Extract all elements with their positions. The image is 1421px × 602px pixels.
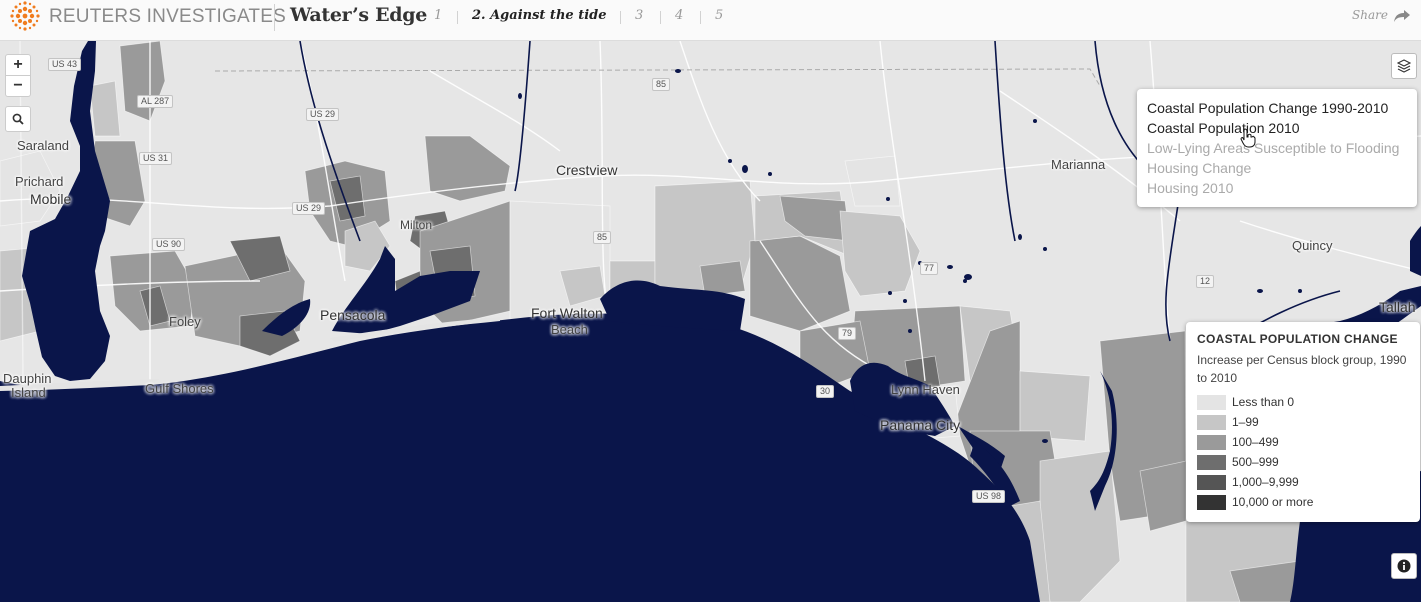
chapter-divider xyxy=(620,11,621,24)
place-label-quincy: Quincy xyxy=(1292,238,1333,253)
chapter-link-4[interactable]: 4 xyxy=(675,8,683,23)
zoom-out-button[interactable]: − xyxy=(6,75,30,96)
road-shield: US 31 xyxy=(139,152,173,165)
layer-option-housing-change[interactable]: Housing Change xyxy=(1147,158,1407,178)
place-label-gulf-shores: Gulf Shores xyxy=(145,381,214,396)
legend-entry: 10,000 or more xyxy=(1197,492,1409,512)
legend-entry: Less than 0 xyxy=(1197,392,1409,412)
place-label-foley: Foley xyxy=(169,314,201,329)
road-shield: 77 xyxy=(920,262,939,275)
brand-name[interactable]: REUTERS INVESTIGATES xyxy=(49,6,286,28)
legend-label: 1–99 xyxy=(1232,415,1259,429)
place-label-prichard: Prichard xyxy=(15,174,64,189)
map[interactable]: Saraland Prichard Mobile Crestview Milto… xyxy=(0,41,1421,602)
layers-button[interactable] xyxy=(1391,53,1417,79)
chapter-divider xyxy=(660,11,661,24)
road-shield: US 90 xyxy=(152,238,186,251)
info-button[interactable] xyxy=(1391,553,1417,579)
story-title[interactable]: Water’s Edge xyxy=(290,4,427,26)
place-label-mobile: Mobile xyxy=(30,191,72,207)
chapter-divider xyxy=(457,11,458,24)
legend-swatch xyxy=(1197,474,1226,490)
layers-menu: Coastal Population Change 1990-2010 Coas… xyxy=(1137,89,1417,207)
chapter-link-2[interactable]: 2. Against the tide xyxy=(472,8,607,23)
road-shield: US 29 xyxy=(306,108,340,121)
reuters-logo-icon[interactable] xyxy=(6,0,44,33)
legend-swatch xyxy=(1197,414,1226,430)
place-label-crestview: Crestview xyxy=(556,162,618,178)
road-shield: 85 xyxy=(652,78,671,91)
legend-label: 100–499 xyxy=(1232,435,1279,449)
place-label-saraland: Saraland xyxy=(17,138,70,153)
legend-label: Less than 0 xyxy=(1232,395,1295,409)
road-shield: US 29 xyxy=(292,202,326,215)
legend-label: 10,000 or more xyxy=(1232,495,1314,509)
road-shield: 79 xyxy=(838,327,857,340)
search-button[interactable] xyxy=(5,106,31,132)
legend-title: COASTAL POPULATION CHANGE xyxy=(1197,332,1398,346)
place-label-lynn-haven: Lynn Haven xyxy=(891,382,960,397)
legend-label: 500–999 xyxy=(1232,455,1279,469)
chapter-divider xyxy=(700,11,701,24)
layer-option-housing-2010[interactable]: Housing 2010 xyxy=(1147,178,1407,198)
layer-option-low-lying-areas[interactable]: Low-Lying Areas Susceptible to Flooding xyxy=(1147,138,1407,158)
legend-entry: 100–499 xyxy=(1197,432,1409,452)
road-shield: 12 xyxy=(1196,275,1215,288)
zoom-in-button[interactable]: + xyxy=(6,55,30,75)
place-label-panama-city: Panama City xyxy=(880,417,961,433)
top-bar: REUTERS INVESTIGATES Water’s Edge 1 2. A… xyxy=(0,0,1421,41)
chapter-link-5[interactable]: 5 xyxy=(715,8,723,23)
place-label-fort-walton-beach: Beach xyxy=(551,322,588,337)
zoom-control: + − xyxy=(5,54,31,97)
road-shield: US 43 xyxy=(48,58,82,71)
legend-entry: 1–99 xyxy=(1197,412,1409,432)
legend-entry: 1,000–9,999 xyxy=(1197,472,1409,492)
chapter-link-1[interactable]: 1 xyxy=(434,8,442,23)
road-shield: 85 xyxy=(593,231,612,244)
header-divider xyxy=(274,4,275,31)
layer-option-population-change[interactable]: Coastal Population Change 1990-2010 xyxy=(1147,98,1407,118)
legend-label: 1,000–9,999 xyxy=(1232,475,1299,489)
place-label-tallahassee: Tallah xyxy=(1379,299,1416,315)
share-link[interactable]: Share xyxy=(1352,8,1388,22)
place-label-dauphin-island: Island xyxy=(11,385,46,400)
layers-icon xyxy=(1397,59,1411,73)
legend-swatch xyxy=(1197,434,1226,450)
legend-swatch xyxy=(1197,454,1226,470)
place-label-pensacola: Pensacola xyxy=(320,307,386,323)
road-shield: 30 xyxy=(816,385,835,398)
info-icon xyxy=(1397,559,1411,573)
share-arrow-icon[interactable] xyxy=(1393,8,1411,24)
place-label-dauphin: Dauphin xyxy=(3,371,52,386)
legend-swatch xyxy=(1197,394,1226,410)
place-label-milton: Milton xyxy=(400,218,433,232)
legend-entries: Less than 0 1–99 100–499 500–999 1,000–9,999… xyxy=(1197,392,1409,512)
chapter-link-3[interactable]: 3 xyxy=(635,8,643,23)
road-shield: AL 287 xyxy=(137,95,174,108)
place-label-fort-walton: Fort Walton xyxy=(531,305,603,321)
search-icon xyxy=(12,113,24,125)
legend-subtitle: Increase per Census block group, 1990 to… xyxy=(1197,353,1407,385)
place-label-marianna: Marianna xyxy=(1051,157,1106,172)
layer-option-population-2010[interactable]: Coastal Population 2010 xyxy=(1147,118,1407,138)
legend-swatch xyxy=(1197,494,1226,510)
road-shield: US 98 xyxy=(972,490,1006,503)
map-legend: COASTAL POPULATION CHANGE Increase per C… xyxy=(1186,322,1420,522)
hand-cursor-icon xyxy=(1240,128,1256,148)
legend-entry: 500–999 xyxy=(1197,452,1409,472)
